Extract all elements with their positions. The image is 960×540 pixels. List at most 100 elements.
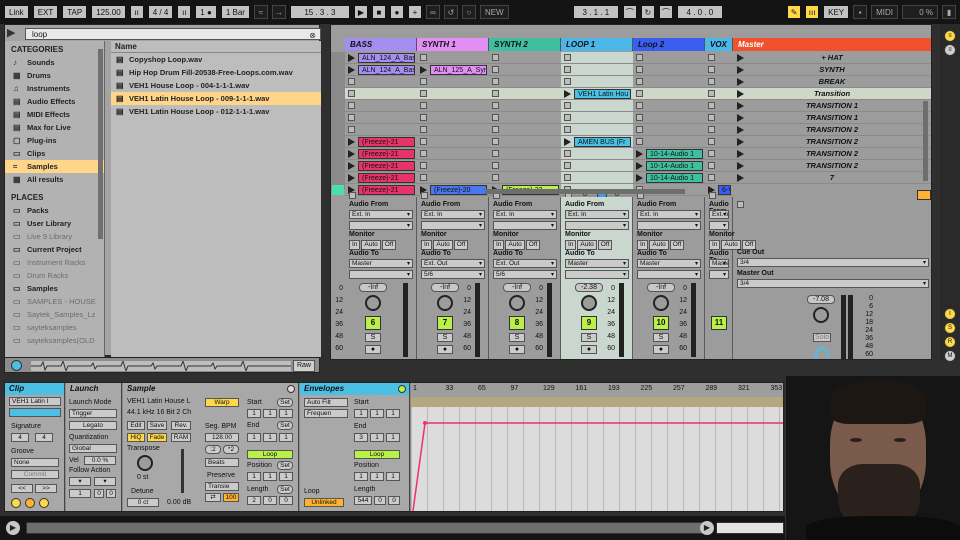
place-item[interactable]: ▭ Live 9 Library bbox=[5, 230, 104, 243]
monitor-in-button[interactable]: In bbox=[421, 240, 433, 250]
clip-play-icon[interactable] bbox=[348, 138, 355, 146]
scene-row[interactable]: TRANSITION 2 bbox=[733, 124, 931, 136]
monitor-in-button[interactable]: In bbox=[637, 240, 649, 250]
clip-play-icon[interactable] bbox=[348, 54, 355, 62]
scene-row[interactable]: TRANSITION 2 bbox=[733, 136, 931, 148]
clip-slot[interactable] bbox=[417, 88, 489, 100]
clip-slot[interactable] bbox=[489, 148, 561, 160]
transient-loop-mode[interactable]: ⇄ bbox=[205, 493, 221, 502]
clip-slot[interactable] bbox=[561, 64, 633, 76]
monitor-auto-button[interactable]: Auto bbox=[577, 240, 597, 250]
envelopes-toggle-icon[interactable] bbox=[398, 385, 406, 393]
scene-launch-icon[interactable] bbox=[737, 138, 744, 146]
clip-slot[interactable] bbox=[705, 136, 733, 148]
name-column-header[interactable]: Name bbox=[111, 41, 321, 53]
place-item[interactable]: ▭ User Library bbox=[5, 217, 104, 230]
clip-name-field[interactable]: VEH1 Latin I bbox=[9, 397, 61, 406]
clip-stop-icon[interactable] bbox=[492, 174, 499, 181]
clip-stop-icon[interactable] bbox=[348, 102, 355, 109]
volume-readout[interactable]: -Inf bbox=[647, 283, 675, 292]
clip-slot[interactable] bbox=[705, 100, 733, 112]
clip-play-icon[interactable] bbox=[636, 162, 643, 170]
returns-toggle-icon[interactable]: R bbox=[944, 336, 956, 348]
clip-slot[interactable] bbox=[633, 100, 705, 112]
track-activator-button[interactable]: 10 bbox=[653, 316, 669, 330]
place-item[interactable]: ▭ Current Project bbox=[5, 243, 104, 256]
clip-stop-icon[interactable] bbox=[420, 150, 427, 157]
tempo-field[interactable]: 125.00 bbox=[91, 5, 126, 19]
length-sixteenth[interactable]: 0 bbox=[279, 496, 293, 505]
scene-row[interactable]: BREAK bbox=[733, 76, 931, 88]
clip-slot[interactable] bbox=[633, 112, 705, 124]
env-length-bar[interactable]: 544 bbox=[354, 496, 372, 505]
clip-slot[interactable]: ALN_125_A_Syn bbox=[417, 64, 489, 76]
punch-out-icon[interactable]: ⌒ bbox=[658, 5, 673, 19]
clip-slot[interactable]: 10-14-Audio 1 bbox=[633, 148, 705, 160]
clip[interactable]: VEH1 Latin Hou bbox=[574, 89, 631, 99]
input-channel-select[interactable] bbox=[637, 221, 701, 230]
scene-scrollbar[interactable] bbox=[923, 101, 928, 181]
track-header[interactable]: VOX bbox=[705, 38, 733, 51]
output-type-select[interactable]: Master bbox=[637, 259, 701, 268]
key-map-button[interactable]: KEY bbox=[823, 5, 850, 19]
solo-button[interactable]: S bbox=[365, 333, 381, 342]
reverse-button[interactable]: Rev. bbox=[171, 421, 191, 430]
input-channel-select[interactable] bbox=[421, 221, 485, 230]
clip-slot[interactable]: 10-14-Audio 1 bbox=[633, 172, 705, 184]
scene-row[interactable]: TRANSITION 2 bbox=[733, 160, 931, 172]
clip-slot[interactable] bbox=[561, 172, 633, 184]
scene-launch-icon[interactable] bbox=[737, 102, 744, 110]
clip-slot[interactable] bbox=[633, 76, 705, 88]
song-position-field[interactable]: 15 . 3 . 3 bbox=[289, 5, 350, 19]
clip[interactable]: ALN_125_A_Syn bbox=[430, 65, 487, 75]
clip-slot[interactable] bbox=[417, 52, 489, 64]
clip-slot[interactable] bbox=[417, 160, 489, 172]
length-set-button[interactable]: Set bbox=[277, 485, 293, 494]
clip-stop-icon[interactable] bbox=[420, 90, 427, 97]
clip-stop-icon[interactable] bbox=[708, 138, 715, 145]
transpose-knob[interactable] bbox=[137, 455, 153, 471]
clip-stop-icon[interactable] bbox=[564, 126, 571, 133]
clip-slot[interactable]: 10-14-Audio 1 bbox=[633, 160, 705, 172]
pan-knob[interactable] bbox=[653, 295, 669, 311]
output-channel-select[interactable] bbox=[637, 270, 701, 279]
monitor-in-button[interactable]: In bbox=[565, 240, 577, 250]
pan-knob[interactable] bbox=[581, 295, 597, 311]
clip-stop-icon[interactable] bbox=[492, 162, 499, 169]
master-volume-readout[interactable]: -7.08 bbox=[807, 295, 835, 304]
clip-play-icon[interactable] bbox=[564, 138, 571, 146]
output-type-select[interactable]: Ext. Out bbox=[421, 259, 485, 268]
clip-stop-icon[interactable] bbox=[708, 66, 715, 73]
mixer-toggle-icon[interactable]: M bbox=[944, 350, 956, 362]
place-item[interactable]: ▭ sayteksamples(OLD bbox=[5, 334, 104, 347]
clip[interactable]: (Freeze)-21 bbox=[358, 161, 415, 171]
nudge-forward-button[interactable]: >> bbox=[35, 484, 57, 493]
category-item[interactable]: ♪ Sounds bbox=[5, 56, 104, 69]
solo-button[interactable]: S bbox=[437, 333, 453, 342]
clip-stop-icon[interactable] bbox=[420, 138, 427, 145]
monitor-auto-button[interactable]: Auto bbox=[361, 240, 381, 250]
clip-slot[interactable] bbox=[561, 100, 633, 112]
category-item[interactable]: ▤ Audio Effects bbox=[5, 95, 104, 108]
env-loop-button[interactable]: Loop bbox=[354, 450, 400, 459]
scene-row[interactable]: 7 bbox=[733, 172, 931, 184]
double-tempo-button[interactable]: *2 bbox=[223, 445, 239, 454]
env-start-sixteenth[interactable]: 1 bbox=[386, 409, 400, 418]
loop-length-field[interactable]: 4 . 0 . 0 bbox=[676, 5, 723, 19]
category-item[interactable]: ▭ Clips bbox=[5, 147, 104, 160]
clip-stop-icon[interactable] bbox=[348, 114, 355, 121]
time-signature-field[interactable]: 4 / 4 bbox=[147, 5, 174, 19]
envelope-editor[interactable]: 1 33 65 97 129 161 193 225 257 289 321 353 bbox=[411, 383, 783, 511]
position-sixteenth[interactable]: 1 bbox=[279, 472, 293, 481]
clip-slot[interactable] bbox=[705, 124, 733, 136]
clip-slot[interactable] bbox=[633, 52, 705, 64]
position-bar[interactable]: 1 bbox=[247, 472, 261, 481]
io-toggle-icon[interactable]: I bbox=[944, 308, 956, 320]
clip-stop-icon[interactable] bbox=[636, 126, 643, 133]
clip-slot[interactable] bbox=[705, 52, 733, 64]
clip-stop-icon[interactable] bbox=[708, 54, 715, 61]
legato-button[interactable]: Legato bbox=[69, 421, 117, 430]
browser-toggle-icon[interactable]: ▶ bbox=[7, 26, 15, 39]
clip-slot[interactable] bbox=[561, 124, 633, 136]
volume-readout[interactable]: -Inf bbox=[503, 283, 531, 292]
